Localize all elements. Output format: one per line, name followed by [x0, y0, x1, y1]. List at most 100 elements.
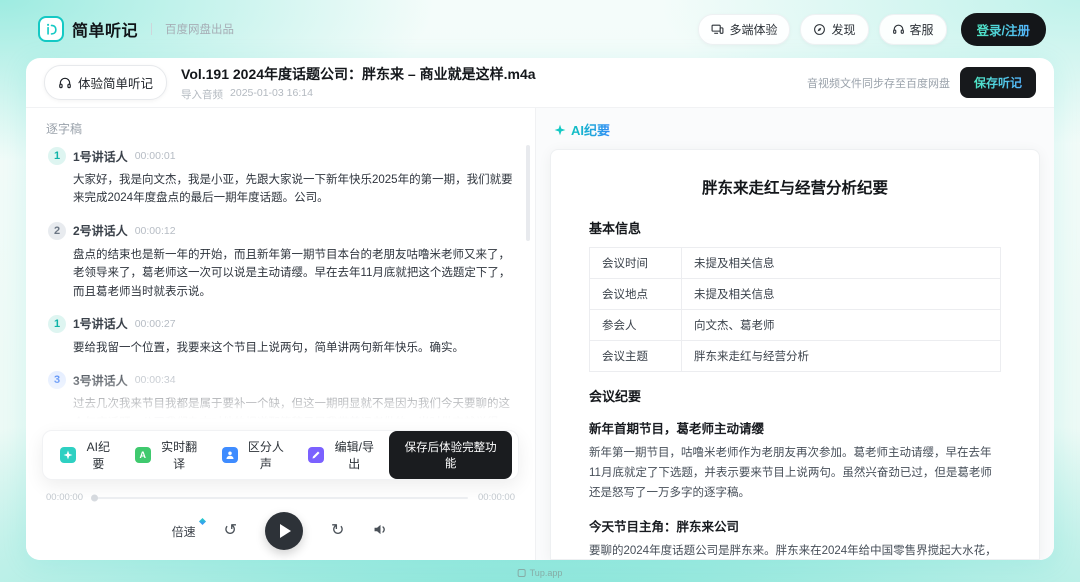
- nav-label: 客服: [910, 21, 934, 38]
- info-value: 未提及相关信息: [682, 279, 1001, 310]
- import-type: 导入音频: [181, 87, 223, 102]
- workspace: 逐字稿 1 1号讲话人 00:00:01 大家好，我是向文杰，我是小亚，先跟大家…: [26, 108, 1054, 560]
- player-progress-row: 00:00:00 00:00:00: [46, 492, 515, 503]
- info-key: 会议时间: [590, 248, 682, 279]
- sync-note: 音视频文件同步存至百度网盘: [807, 75, 950, 91]
- info-key: 会议主题: [590, 341, 682, 372]
- feature-label: 区分人声: [244, 438, 289, 472]
- app-logo[interactable]: 简单听记 百度网盘出品: [38, 16, 234, 42]
- speaker-name: 2号讲话人: [73, 222, 128, 239]
- transcript-text[interactable]: 大家好，我是向文杰，我是小亚，先跟大家说一下新年快乐2025年的第一期，我们就要…: [73, 171, 513, 208]
- logo-divider: [151, 23, 152, 35]
- document-title: 胖东来走红与经营分析纪要: [589, 176, 1001, 198]
- headphones-icon: [58, 76, 72, 90]
- audio-player: 00:00:00 00:00:00 倍速 ↺ ↻: [26, 488, 535, 560]
- current-time: 00:00:00: [46, 492, 83, 503]
- nav-support-button[interactable]: 客服: [879, 14, 947, 45]
- transcript-panel: 逐字稿 1 1号讲话人 00:00:01 大家好，我是向文杰，我是小亚，先跟大家…: [26, 108, 536, 560]
- volume-icon[interactable]: [372, 521, 389, 542]
- save-note-label: 保存听记: [974, 76, 1022, 90]
- nav-multi-device-button[interactable]: 多端体验: [698, 14, 790, 45]
- progress-handle[interactable]: [91, 494, 98, 501]
- section-body: 要聊的2024年度话题公司是胖东来。胖东来在2024年给中国零售界搅起大水花，从…: [589, 541, 1001, 560]
- speaker-name: 1号讲话人: [73, 315, 128, 332]
- progress-bar[interactable]: [93, 497, 468, 499]
- voice-person-icon: [222, 447, 238, 463]
- section-heading: 新年首期节目，葛老师主动请缨: [589, 418, 1001, 437]
- section-heading: 今天节目主角：胖东来公司: [589, 516, 1001, 535]
- play-button[interactable]: [265, 512, 303, 550]
- minutes-sections: 新年首期节目，葛老师主动请缨 新年第一期节目，咕噜米老师作为老朋友再次参加。葛老…: [589, 418, 1001, 560]
- import-time: 2025-01-03 16:14: [230, 87, 313, 102]
- playback-speed-label: 倍速: [172, 525, 196, 539]
- feature-toolbar: AI纪要 A 实时翻译 区分人声 编辑/导出: [42, 430, 519, 480]
- timestamp[interactable]: 00:00:12: [135, 225, 176, 237]
- info-value: 向文杰、葛老师: [682, 310, 1001, 341]
- timestamp[interactable]: 00:00:34: [135, 374, 176, 386]
- playback-speed-button[interactable]: 倍速: [172, 523, 196, 540]
- speaker-badge: 3: [48, 371, 66, 389]
- logo-tagline: 百度网盘出品: [165, 21, 234, 37]
- speed-badge-icon: [199, 517, 206, 524]
- transcript-text[interactable]: 过去几次我来节目我都是属于要补一个缺，但这一期明显就不是因为我们今天要聊的这个年…: [73, 395, 513, 428]
- feature-label: 编辑/导出: [330, 438, 378, 472]
- transcript-text[interactable]: 盘点的结束也是新一年的开始，而且新年第一期节目本台的老朋友咕噜米老师又来了，老领…: [73, 246, 513, 301]
- transcript-text[interactable]: 要给我留一个位置，我要来这个节目上说两句，简单讲两句新年快乐。确实。: [73, 339, 513, 357]
- table-row: 会议地点 未提及相关信息: [590, 279, 1001, 310]
- experience-button[interactable]: 体验简单听记: [44, 65, 167, 100]
- watermark: Tup.app: [518, 568, 563, 578]
- info-key: 参会人: [590, 310, 682, 341]
- transcript-entry[interactable]: 1 1号讲话人 00:00:27 要给我留一个位置，我要来这个节目上说两句，简单…: [48, 315, 513, 357]
- devices-icon: [711, 23, 724, 36]
- nav-label: 发现: [831, 21, 855, 38]
- compass-icon: [813, 23, 826, 36]
- transcript-list[interactable]: 1 1号讲话人 00:00:01 大家好，我是向文杰，我是小亚，先跟大家说一下新…: [26, 139, 535, 428]
- forward-icon[interactable]: ↻: [331, 523, 344, 539]
- ai-summary-label: AI纪要: [536, 108, 1054, 141]
- table-row: 会议时间 未提及相关信息: [590, 248, 1001, 279]
- entry-header: 1 1号讲话人 00:00:01: [48, 147, 513, 165]
- rewind-icon[interactable]: ↺: [224, 523, 237, 539]
- speaker-separation-feature-button[interactable]: 区分人声: [213, 432, 298, 478]
- edit-export-feature-button[interactable]: 编辑/导出: [299, 432, 387, 478]
- timestamp[interactable]: 00:00:27: [135, 318, 176, 330]
- top-nav-actions: 多端体验 发现 客服 登录/注册: [698, 13, 1046, 46]
- player-controls: 倍速 ↺ ↻: [46, 512, 515, 550]
- info-value: 胖东来走红与经营分析: [682, 341, 1001, 372]
- speaker-badge: 1: [48, 147, 66, 165]
- transcript-entry[interactable]: 2 2号讲话人 00:00:12 盘点的结束也是新一年的开始，而且新年第一期节目…: [48, 222, 513, 301]
- entry-header: 1 1号讲话人 00:00:27: [48, 315, 513, 333]
- timestamp[interactable]: 00:00:01: [135, 150, 176, 162]
- minutes-heading: 会议纪要: [589, 386, 1001, 405]
- file-header: 体验简单听记 Vol.191 2024年度话题公司：胖东来 – 商业就是这样.m…: [26, 58, 1054, 108]
- main-content-card: 体验简单听记 Vol.191 2024年度话题公司：胖东来 – 商业就是这样.m…: [26, 58, 1054, 560]
- login-register-button[interactable]: 登录/注册: [961, 13, 1046, 46]
- ai-summary-panel: AI纪要 胖东来走红与经营分析纪要 基本信息 会议时间 未提及相关信息 会议地点…: [536, 108, 1054, 560]
- sparkle-icon: [554, 124, 566, 136]
- save-note-button[interactable]: 保存听记: [960, 67, 1036, 98]
- speaker-badge: 1: [48, 315, 66, 333]
- experience-button-label: 体验简单听记: [78, 73, 153, 92]
- play-icon: [280, 524, 291, 538]
- transcript-entry[interactable]: 1 1号讲话人 00:00:01 大家好，我是向文杰，我是小亚，先跟大家说一下新…: [48, 147, 513, 208]
- summary-document[interactable]: 胖东来走红与经营分析纪要 基本信息 会议时间 未提及相关信息 会议地点 未提及相…: [550, 149, 1040, 560]
- save-unlock-features-button[interactable]: 保存后体验完整功能: [389, 431, 512, 479]
- section-body: 新年第一期节目，咕噜米老师作为老朋友再次参加。葛老师主动请缨，早在去年11月底就…: [589, 443, 1001, 503]
- nav-discover-button[interactable]: 发现: [800, 14, 868, 45]
- translate-icon: A: [135, 447, 151, 463]
- watermark-icon: [518, 569, 526, 577]
- app-logo-icon: [38, 16, 64, 42]
- realtime-translate-feature-button[interactable]: A 实时翻译: [126, 432, 211, 478]
- watermark-text: Tup.app: [530, 568, 563, 578]
- file-header-actions: 音视频文件同步存至百度网盘 保存听记: [807, 67, 1036, 98]
- transcript-entry[interactable]: 3 3号讲话人 00:00:34 过去几次我来节目我都是属于要补一个缺，但这一期…: [48, 371, 513, 428]
- ai-summary-feature-button[interactable]: AI纪要: [51, 432, 124, 478]
- login-register-label: 登录/注册: [977, 24, 1030, 38]
- edit-pencil-icon: [308, 447, 324, 463]
- table-row: 会议主题 胖东来走红与经营分析: [590, 341, 1001, 372]
- nav-label: 多端体验: [729, 21, 777, 38]
- speaker-name: 1号讲话人: [73, 148, 128, 165]
- total-time: 00:00:00: [478, 492, 515, 503]
- file-meta: 导入音频 2025-01-03 16:14: [181, 87, 536, 102]
- entry-header: 3 3号讲话人 00:00:34: [48, 371, 513, 389]
